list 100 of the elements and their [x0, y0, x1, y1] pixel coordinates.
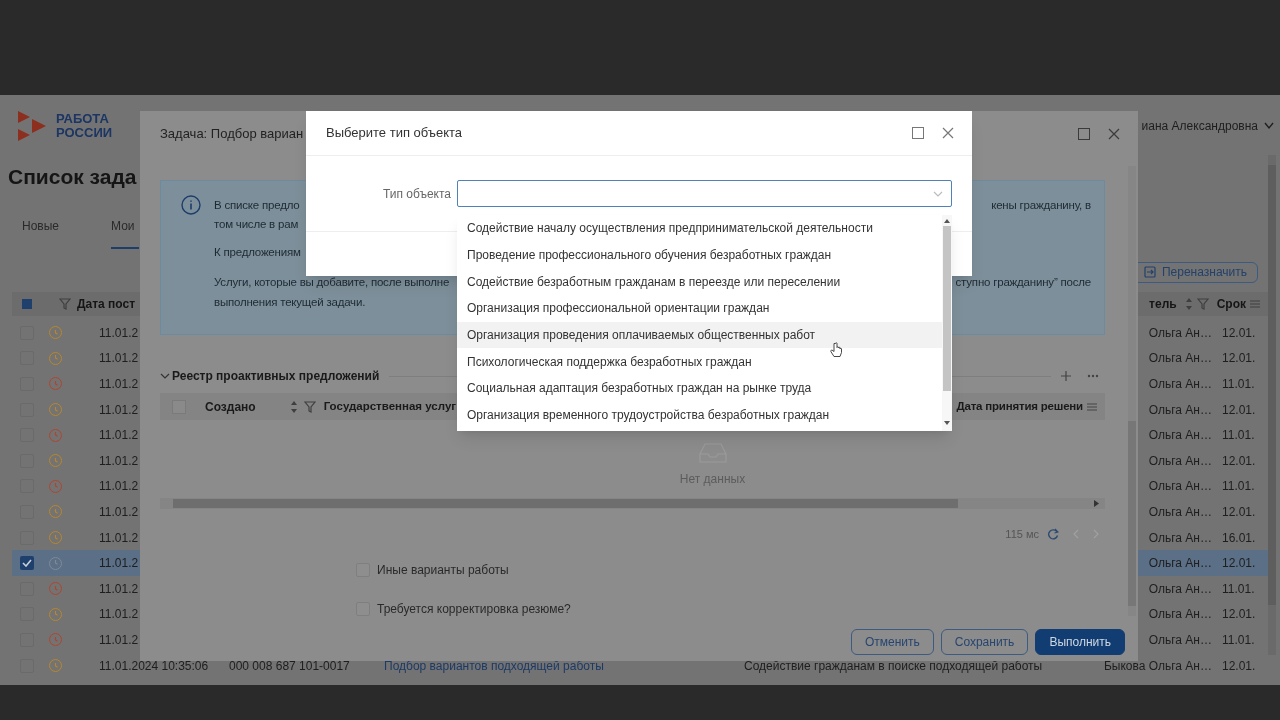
executor-cell-text: Ольга Ан… [1148, 478, 1212, 496]
deadline-cell-text: 11.01. [1222, 580, 1256, 598]
deadline-cell-text: 12.01. [1222, 401, 1257, 419]
dropdown-option[interactable]: Организация временного трудоустройства безработных граждан [457, 401, 942, 429]
dropdown-option[interactable]: Содействие началу осуществления предпринимательской деятельности [457, 215, 942, 242]
dropdown-option[interactable]: Содействие безработным гражданам в переезде или переселении [457, 268, 942, 296]
column-header: Дата пост [77, 296, 136, 313]
info-text: кены гражданину, в [991, 198, 1091, 214]
dialog-title: Задача: Подбор вариан [160, 124, 304, 143]
executor-cell-text: Ольга Ан… [1148, 427, 1212, 445]
column-header: Дата принятия решени [956, 398, 1083, 414]
dropdown-option[interactable]: Психологическая поддержка безработных граждан [457, 348, 942, 376]
executor-cell-text: Ольга Ан… [1148, 376, 1212, 393]
deadline-cell-text: 11.01. [1222, 478, 1256, 496]
close-icon[interactable] [1108, 127, 1120, 140]
checkbox-label[interactable]: Требуется корректировка резюме? [377, 600, 571, 618]
executor-cell-text: Ольга Ан… [1148, 555, 1212, 573]
info-icon [181, 195, 201, 215]
scroll-up-icon[interactable] [944, 219, 950, 223]
date-cell-text: 11.01.2024 10:35:06 [99, 657, 210, 675]
executor-cell-text: Ольга Ан… [1148, 350, 1212, 368]
service-cell-text: Содействие гражданам в поиске подходящей работы [744, 657, 1044, 675]
date-cell-text: 11.01.2 [99, 529, 139, 547]
executor-cell-text: Ольга Ан… [1148, 452, 1212, 470]
chevron-down-icon[interactable] [1264, 122, 1274, 130]
menu-icon[interactable] [1087, 401, 1097, 412]
scrollbar[interactable] [1268, 155, 1276, 655]
sort-icon[interactable] [289, 399, 298, 414]
scroll-right-icon[interactable] [1094, 500, 1099, 507]
close-icon[interactable] [942, 127, 954, 139]
reassign-icon [1143, 266, 1156, 278]
filter-icon[interactable] [303, 399, 316, 414]
info-text: выполнения текущей задачи. [214, 295, 366, 311]
filter-icon[interactable] [1196, 297, 1209, 311]
checkbox-label[interactable]: Иные варианты работы [377, 561, 509, 579]
deadline-cell-text: 12.01. [1222, 503, 1257, 521]
tab[interactable]: Новые [22, 205, 82, 249]
column-header: Срок [1216, 296, 1246, 313]
horizontal-scrollbar[interactable] [160, 498, 1105, 509]
scrollbar[interactable] [942, 215, 952, 431]
user-name[interactable]: иана Александровна [1141, 117, 1258, 135]
date-cell-text: 11.01.2 [99, 555, 139, 573]
deadline-cell-text: 11.01. [1222, 376, 1256, 393]
date-cell-text: 11.01.2 [99, 427, 139, 445]
more-icon[interactable] [1087, 374, 1099, 378]
check-icon [22, 559, 32, 568]
dropdown-option[interactable]: Социальная адаптация безработных граждан на рынке труда [457, 375, 942, 402]
column-header: тель [1149, 296, 1177, 313]
executor-cell-text: Быкова Ольга Ан… [1104, 657, 1212, 675]
date-cell-text: 11.01.2 [99, 452, 139, 470]
field-label: Тип объекта [381, 185, 451, 203]
logo-text: РОССИИ [56, 126, 113, 140]
column-header: Государственная услуг [323, 398, 457, 414]
hand-cursor-icon [830, 342, 842, 358]
chevron-icon[interactable] [160, 372, 170, 380]
deadline-cell-text: 12.01. [1222, 350, 1257, 368]
row-checkbox[interactable] [20, 556, 34, 571]
number-cell-text: 000 008 687 101-0017 [229, 657, 351, 675]
executor-cell-text: Ольга Ан… [1148, 503, 1212, 521]
deadline-cell-text: 11.01. [1222, 427, 1256, 445]
plus-icon[interactable] [1061, 371, 1071, 381]
date-cell-text: 11.01.2 [99, 350, 139, 368]
date-cell-text: 11.01.2 [99, 401, 139, 419]
deadline-cell-text: 12.01. [1222, 555, 1257, 573]
maximize-icon[interactable] [912, 127, 924, 139]
dropdown-option[interactable]: Организация проведения оплачиваемых общественных работ [457, 321, 942, 349]
date-cell-text: 11.01.2 [99, 478, 139, 496]
dialog-button[interactable]: Выполнить [1035, 629, 1125, 655]
date-cell-text: 11.01.2 [99, 580, 139, 598]
page-title: Список зада [8, 164, 137, 191]
chevron-down-icon[interactable] [933, 190, 943, 197]
dialog-title: Выберите тип объекта [326, 124, 463, 143]
info-text: К предложениям [214, 245, 301, 261]
column-header: Создано [205, 398, 256, 416]
executor-cell-text: Ольга Ан… [1148, 529, 1212, 547]
info-text: ступно гражданину” после [955, 275, 1091, 291]
dropdown-option[interactable]: Организация профессиональной ориентации граждан [457, 295, 942, 322]
executor-cell-text: Ольга Ан… [1148, 401, 1212, 419]
logo-text: РАБОТА [56, 112, 110, 126]
tab[interactable]: Мои [111, 205, 139, 249]
object-type-select[interactable] [457, 180, 952, 207]
select-all-checkbox[interactable] [22, 299, 32, 309]
dialog-button[interactable]: Отменить [850, 629, 934, 655]
date-cell-text: 11.01.2 [99, 606, 139, 624]
executor-cell-text: Ольга Ан… [1148, 631, 1212, 649]
dialog-button[interactable]: Сохранить [940, 629, 1029, 655]
refresh-icon[interactable] [1047, 528, 1059, 540]
deadline-cell-text: 12.01. [1222, 606, 1257, 624]
executor-cell-text: Ольга Ан… [1148, 606, 1212, 624]
deadline-cell-text: 11.01. [1222, 631, 1256, 649]
info-text: В списке предло [214, 198, 300, 214]
dropdown-option[interactable]: Проведение профессионального обучения безработных граждан [457, 241, 942, 269]
maximize-icon[interactable] [1078, 127, 1090, 140]
date-cell-text: 11.01.2 [99, 631, 139, 649]
sort-icon[interactable] [1184, 297, 1193, 311]
info-text: Услуги, которые вы добавите, после выполне [214, 275, 450, 291]
date-cell-text: 11.01.2 [99, 324, 139, 342]
section-title[interactable]: Реестр проактивных предложений [172, 367, 380, 385]
executor-cell-text: Ольга Ан… [1148, 580, 1212, 598]
filter-icon[interactable] [59, 297, 71, 311]
